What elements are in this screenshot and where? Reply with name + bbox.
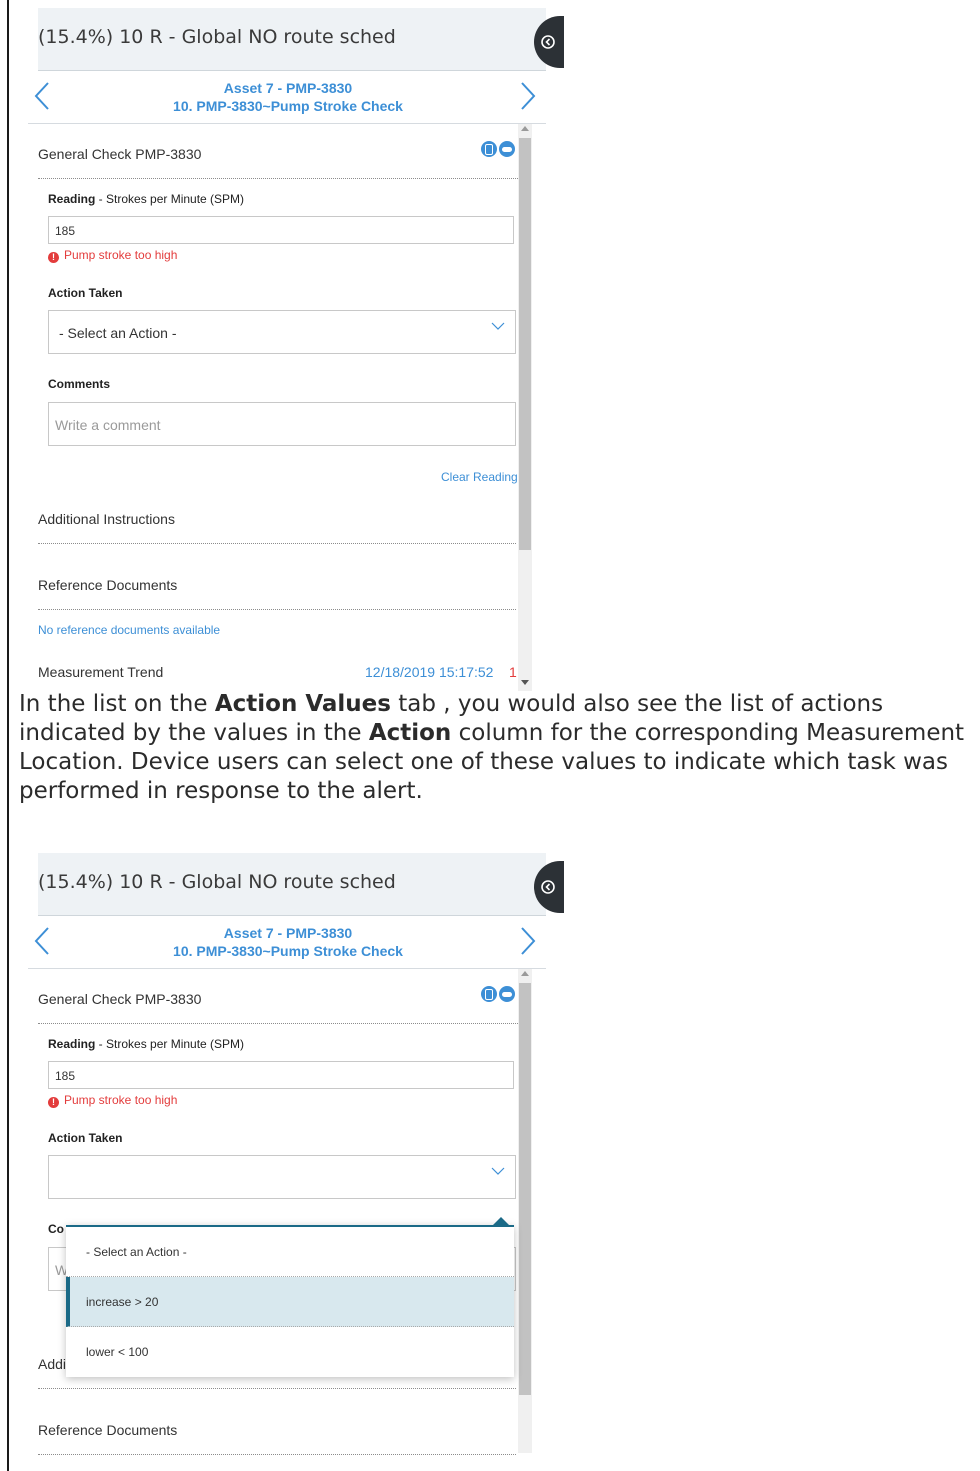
explanation-paragraph: In the list on the Action Values tab , y… [19,691,965,804]
scroll-thumb[interactable] [519,138,531,550]
action-select[interactable] [48,1155,516,1199]
reference-documents-header[interactable]: Reference Documents [38,1422,516,1455]
measurement-trend-row[interactable]: Measurement Trend 12/18/2019 15:17:52 1 [38,664,518,680]
error-icon: ! [48,1097,59,1108]
dropdown-option-selected[interactable]: increase > 20 [66,1277,514,1327]
step-name: 10. PMP-3830~Pump Stroke Check [173,943,403,959]
asset-name: Asset 7 - PMP-3830 [223,925,353,941]
device-icon [481,141,497,157]
route-title: (15.4%) 10 R - Global NO route sched [38,26,396,48]
asset-name: Asset 7 - PMP-3830 [223,80,353,96]
scroll-up-arrow[interactable] [521,126,529,131]
reading-label: Reading - Strokes per Minute (SPM) [48,192,245,206]
section-title: General Check PMP-3830 [38,146,202,162]
check-form: General Check PMP-3830 Reading - Strokes… [38,969,518,1455]
scrollbar[interactable] [518,124,532,691]
comments-label: Comments [48,377,111,391]
reading-input[interactable]: 185 [48,216,514,244]
comment-input[interactable]: Write a comment [48,402,516,446]
measurement-trend-label: Measurement Trend [38,664,164,680]
sidebar-icon [541,35,555,49]
next-chevron-icon[interactable] [520,81,536,111]
reading-error: ! Pump stroke too high [48,1093,177,1108]
reading-input[interactable]: 185 [48,1061,514,1089]
general-check-header: General Check PMP-3830 [38,969,518,1024]
title-bar: (15.4%) 10 R - Global NO route sched [38,8,546,71]
comments-label: Co [48,1222,64,1236]
sidebar-icon [541,880,555,894]
title-bar: (15.4%) 10 R - Global NO route sched [38,853,546,916]
step-name: 10. PMP-3830~Pump Stroke Check [173,98,403,114]
screenshot-action-dropdown: (15.4%) 10 R - Global NO route sched Ass… [28,853,564,1455]
additional-instructions-header[interactable]: Additional Instructions [38,511,516,544]
clear-reading-link[interactable]: Clear Reading [441,470,518,484]
action-dropdown-menu: - Select an Action - increase > 20 lower… [66,1217,514,1377]
section-title: General Check PMP-3830 [38,991,202,1007]
dropdown-caret [491,1217,511,1227]
reference-documents-header[interactable]: Reference Documents [38,577,516,610]
status-icons [479,986,515,1007]
left-margin-rule [7,0,9,1471]
general-check-header: General Check PMP-3830 [38,124,518,179]
trend-value: 1 [509,664,517,680]
no-reference-text: No reference documents available [38,623,221,637]
scroll-down-arrow[interactable] [521,680,529,685]
previous-chevron-icon[interactable] [34,81,50,111]
error-icon: ! [48,252,59,263]
scrollbar[interactable] [518,969,532,1453]
cloud-icon [499,141,515,157]
scroll-thumb[interactable] [519,983,531,1395]
step-navigation: Asset 7 - PMP-3830 10. PMP-3830~Pump Str… [28,916,546,969]
reading-label: Reading - Strokes per Minute (SPM) [48,1037,245,1051]
check-form: General Check PMP-3830 Reading - Strokes… [38,124,518,691]
dropdown-option[interactable]: - Select an Action - [66,1227,514,1277]
device-icon [481,986,497,1002]
reading-error: ! Pump stroke too high [48,248,177,263]
step-title: Asset 7 - PMP-3830 10. PMP-3830~Pump Str… [58,79,518,115]
next-chevron-icon[interactable] [520,926,536,956]
action-taken-label: Action Taken [48,286,123,300]
previous-chevron-icon[interactable] [34,926,50,956]
scroll-up-arrow[interactable] [521,971,529,976]
chevron-down-icon [491,1167,505,1175]
action-taken-label: Action Taken [48,1131,123,1145]
route-title: (15.4%) 10 R - Global NO route sched [38,871,396,893]
status-icons [479,141,515,162]
step-navigation: Asset 7 - PMP-3830 10. PMP-3830~Pump Str… [28,71,546,124]
cloud-icon [499,986,515,1002]
action-select[interactable]: - Select an Action - [48,310,516,354]
dropdown-option[interactable]: lower < 100 [66,1327,514,1377]
chevron-down-icon [491,322,505,330]
step-title: Asset 7 - PMP-3830 10. PMP-3830~Pump Str… [58,924,518,960]
action-select-value: - Select an Action - [59,325,177,341]
screenshot-action-field: (15.4%) 10 R - Global NO route sched Ass… [28,8,564,691]
trend-date: 12/18/2019 15:17:52 [365,664,494,680]
